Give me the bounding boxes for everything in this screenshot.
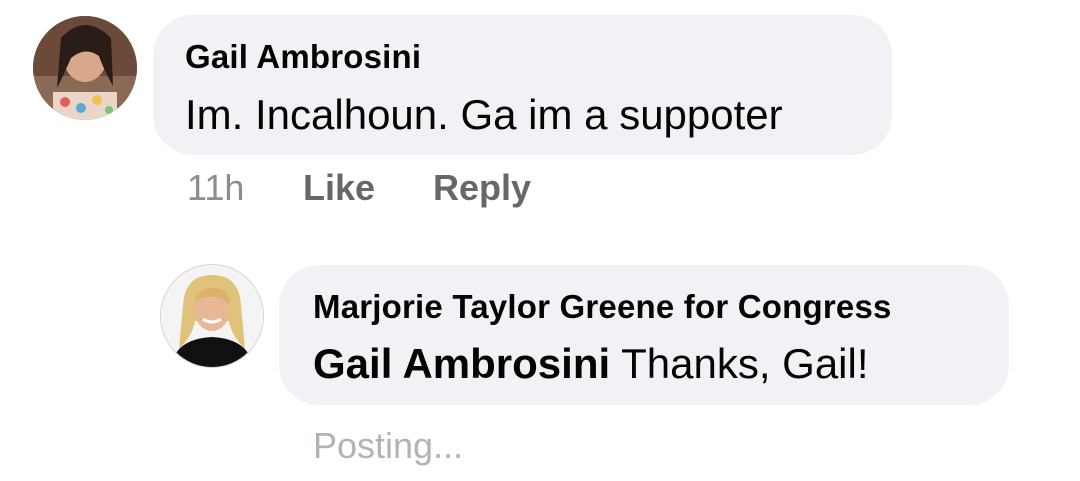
reply-text: Gail Ambrosini Thanks, Gail!: [313, 340, 869, 388]
page-avatar[interactable]: [160, 264, 264, 368]
reply-mention[interactable]: Gail Ambrosini: [313, 340, 610, 387]
reply-author-name[interactable]: Marjorie Taylor Greene for Congress: [313, 288, 892, 326]
comment-text: Im. Incalhoun. Ga im a suppoter: [185, 91, 783, 138]
comment-author-name[interactable]: Gail Ambrosini: [185, 38, 421, 76]
like-button[interactable]: Like: [303, 167, 375, 209]
reply-button[interactable]: Reply: [433, 167, 531, 209]
posting-status: Posting...: [313, 425, 464, 466]
reply-message: Thanks, Gail!: [610, 340, 869, 387]
comment-timestamp[interactable]: 11h: [187, 167, 244, 209]
page-avatar-image: [161, 265, 263, 367]
commenter-avatar[interactable]: [33, 16, 137, 120]
commenter-avatar-image: [33, 16, 137, 120]
